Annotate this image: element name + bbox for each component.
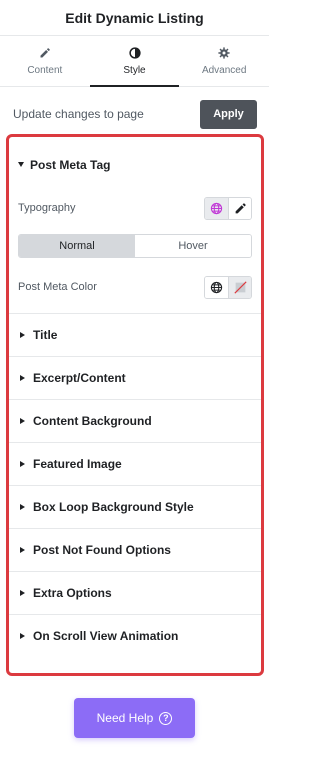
apply-button[interactable]: Apply [200, 99, 257, 129]
section-header-featured-image[interactable]: Featured Image [9, 442, 261, 485]
section-title: Box Loop Background Style [33, 500, 194, 514]
caret-right-icon [20, 461, 25, 467]
page-title: Edit Dynamic Listing [65, 9, 204, 26]
section-header-post-meta-tag[interactable]: Post Meta Tag [9, 137, 261, 192]
section-title: Post Meta Tag [30, 157, 111, 172]
section-title: Content Background [33, 414, 152, 428]
help-area: Need Help ? [74, 698, 195, 738]
pencil-icon [235, 202, 246, 213]
section-header-title[interactable]: Title [9, 313, 261, 356]
need-help-button[interactable]: Need Help ? [74, 698, 195, 738]
caret-down-icon [18, 162, 24, 167]
globe-icon [210, 202, 223, 214]
section-title: Post Not Found Options [33, 543, 171, 557]
typography-control: Typography [9, 192, 261, 224]
section-title: Extra Options [33, 586, 112, 600]
typography-label: Typography [18, 202, 76, 214]
typography-buttons [204, 196, 252, 220]
globe-icon [210, 281, 223, 293]
tab-content[interactable]: Content [0, 36, 90, 86]
section-header-extra-options[interactable]: Extra Options [9, 571, 261, 614]
section-header-box-loop-background-style[interactable]: Box Loop Background Style [9, 485, 261, 528]
question-circle-icon: ? [159, 711, 173, 725]
post-meta-color-label: Post Meta Color [18, 281, 97, 293]
style-sections-panel: Post Meta Tag Typography Normal Hover Po… [6, 134, 264, 676]
caret-right-icon [20, 418, 25, 424]
post-meta-color-control: Post Meta Color [9, 271, 261, 303]
global-color-button[interactable] [205, 276, 228, 298]
caret-right-icon [20, 547, 25, 553]
caret-right-icon [20, 375, 25, 381]
tab-style[interactable]: Style [89, 36, 180, 87]
edit-typography-button[interactable] [228, 197, 251, 219]
state-switcher: Normal Hover [18, 234, 252, 258]
section-header-on-scroll-view-animation[interactable]: On Scroll View Animation [9, 614, 261, 657]
need-help-label: Need Help [96, 711, 154, 725]
update-text: Update changes to page [13, 107, 144, 121]
tab-advanced[interactable]: Advanced [179, 36, 269, 86]
section-title: Featured Image [33, 457, 122, 471]
caret-right-icon [20, 332, 25, 338]
gear-icon [218, 46, 230, 59]
tab-label: Style [123, 64, 146, 76]
panel-header: Edit Dynamic Listing [0, 0, 269, 36]
caret-right-icon [20, 633, 25, 639]
state-normal-tab[interactable]: Normal [19, 235, 135, 257]
contrast-icon [128, 46, 141, 59]
update-bar: Update changes to page Apply [0, 87, 269, 141]
section-header-excerpt-content[interactable]: Excerpt/Content [9, 356, 261, 399]
tab-label: Content [27, 64, 63, 76]
color-picker-swatch[interactable] [228, 276, 251, 298]
section-header-post-not-found-options[interactable]: Post Not Found Options [9, 528, 261, 571]
pencil-icon [40, 47, 50, 57]
color-buttons [204, 275, 252, 299]
section-title: Excerpt/Content [33, 371, 126, 385]
section-header-content-background[interactable]: Content Background [9, 399, 261, 442]
no-color-icon [233, 280, 247, 294]
caret-right-icon [20, 590, 25, 596]
caret-right-icon [20, 504, 25, 510]
tab-label: Advanced [201, 64, 247, 76]
section-title: Title [33, 328, 58, 342]
section-title: On Scroll View Animation [33, 629, 179, 643]
global-typography-button[interactable] [205, 197, 228, 219]
tab-bar: Content Style Advanced [0, 36, 269, 87]
state-hover-tab[interactable]: Hover [135, 235, 251, 257]
